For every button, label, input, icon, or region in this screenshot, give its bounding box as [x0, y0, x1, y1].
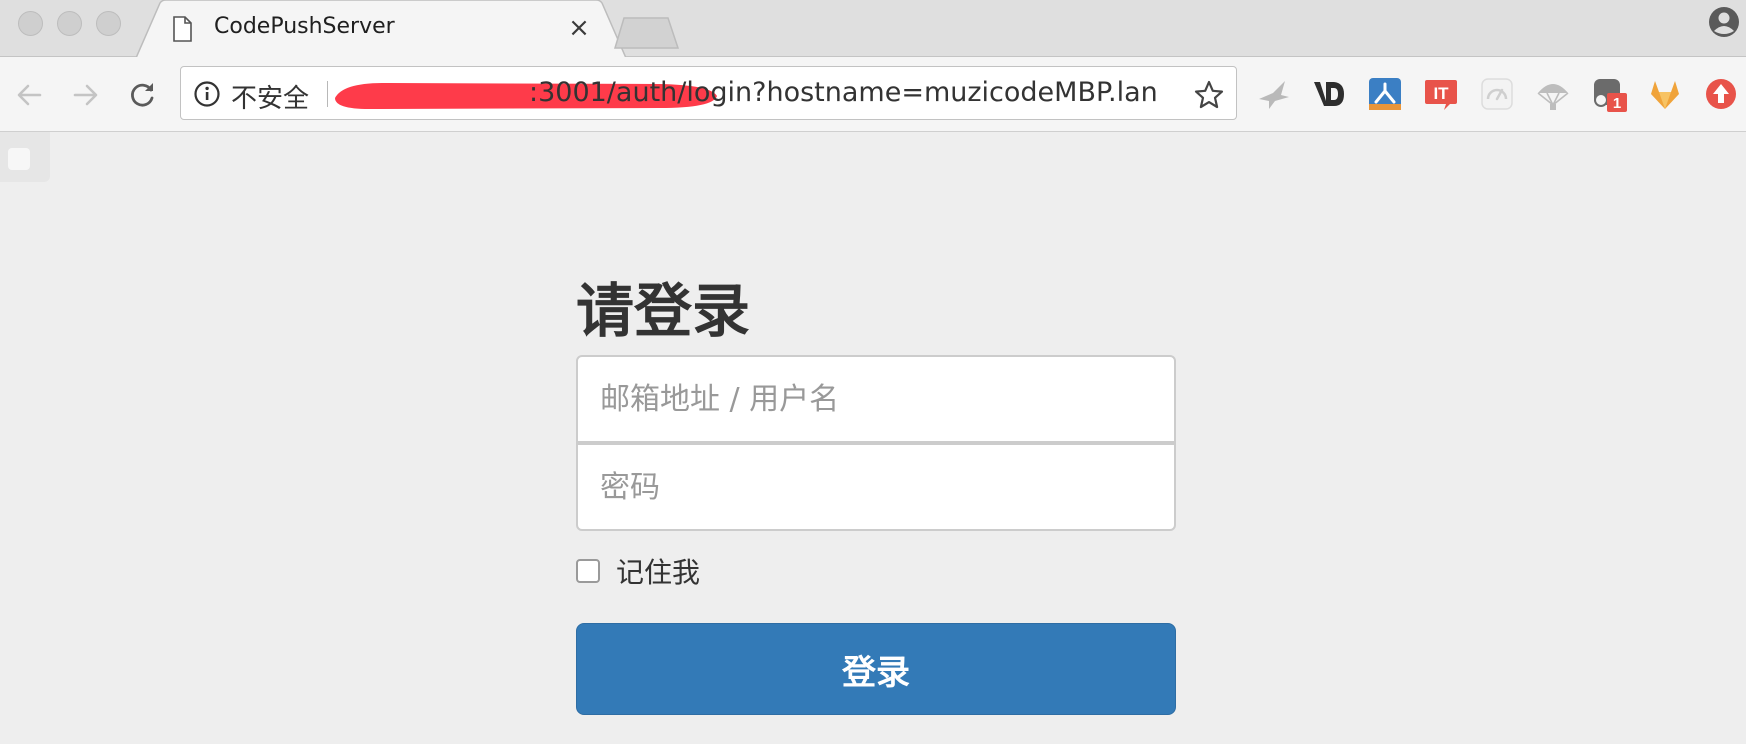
extension-badge-count: 1: [1613, 95, 1621, 112]
login-button[interactable]: 登录: [576, 623, 1176, 715]
remember-me-row: 记住我: [576, 531, 1176, 623]
page-icon: [173, 16, 192, 42]
url-separator: [327, 81, 328, 107]
window-zoom-control[interactable]: [96, 11, 121, 36]
parachute-extension-icon[interactable]: [1534, 75, 1572, 113]
it-extension-icon[interactable]: IT: [1422, 75, 1460, 113]
password-field[interactable]: [576, 443, 1176, 531]
tab-strip: CodePushServer ×: [0, 0, 1746, 58]
username-field[interactable]: [576, 355, 1176, 443]
url-text[interactable]: :3001/auth/login?hostname=muzicodeMBP.la…: [529, 77, 1158, 108]
new-tab-button[interactable]: [612, 16, 682, 50]
login-heading: 请登录: [576, 277, 751, 345]
tab-title: CodePushServer: [214, 14, 395, 39]
back-icon[interactable]: [12, 77, 48, 113]
bookmark-star-icon[interactable]: [1193, 79, 1225, 111]
forward-icon[interactable]: [67, 77, 103, 113]
reload-icon[interactable]: [124, 77, 160, 113]
tab-codepushserver[interactable]: CodePushServer ×: [136, 0, 626, 58]
security-label[interactable]: 不安全: [231, 78, 309, 115]
corner-widget-square: [8, 148, 30, 170]
upload-extension-icon[interactable]: [1702, 75, 1740, 113]
gitlab-extension-icon[interactable]: [1646, 75, 1684, 113]
profile-icon[interactable]: [1708, 6, 1740, 38]
remember-me-checkbox[interactable]: [576, 559, 600, 583]
browser-toolbar: 不安全 :3001/auth/login?hostname=muzicodeMB…: [0, 57, 1746, 132]
page-content: 请登录 记住我 登录: [0, 132, 1746, 744]
remember-me-label[interactable]: 记住我: [616, 551, 700, 591]
bird-extension-icon[interactable]: [1255, 75, 1293, 113]
corner-widget[interactable]: [0, 132, 50, 182]
address-bar[interactable]: 不安全 :3001/auth/login?hostname=muzicodeMB…: [180, 66, 1237, 120]
translate-extension-icon[interactable]: [1366, 75, 1404, 113]
window-close-control[interactable]: [18, 11, 43, 36]
info-icon[interactable]: [193, 80, 221, 108]
speed-extension-icon[interactable]: [1478, 75, 1516, 113]
login-form: 请登录 记住我 登录: [576, 271, 1176, 715]
badge-extension-icon[interactable]: 1: [1590, 75, 1628, 113]
window-minimize-control[interactable]: [57, 11, 82, 36]
vd-extension-icon[interactable]: [1310, 75, 1348, 113]
svg-text:IT: IT: [1433, 84, 1449, 103]
tab-close-icon[interactable]: ×: [564, 13, 594, 43]
